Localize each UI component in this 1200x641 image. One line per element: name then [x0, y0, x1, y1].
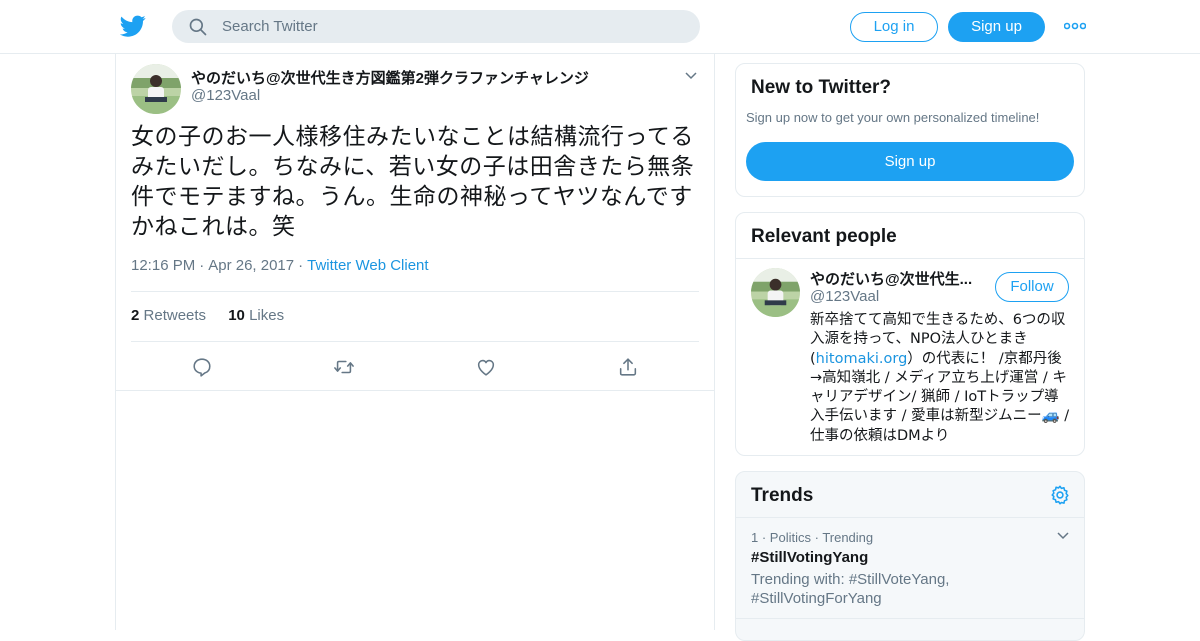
retweets-stat[interactable]: 2 Retweets	[131, 307, 206, 324]
chevron-down-icon[interactable]	[684, 69, 698, 83]
divider	[736, 618, 1084, 619]
retweets-count: 2	[131, 307, 140, 324]
avatar[interactable]	[751, 268, 800, 317]
bio-link[interactable]: hitomaki.org	[816, 351, 908, 367]
signup-button[interactable]: Sign up	[948, 12, 1045, 42]
author-name[interactable]: やのだいち@次世代生き方図鑑第2弾クラファンチャレンジ	[191, 67, 589, 88]
share-icon[interactable]	[617, 356, 639, 378]
trend-category: Politics	[769, 530, 811, 545]
trend-hashtag[interactable]: #StillVotingYang	[751, 549, 868, 566]
search-icon	[189, 18, 207, 36]
tweet-client-link[interactable]: Twitter Web Client	[307, 257, 428, 274]
retweets-label: Retweets	[143, 307, 207, 324]
tweet-detail: やのだいち@次世代生き方図鑑第2弾クラファンチャレンジ @123Vaal 女の子…	[116, 54, 714, 391]
chevron-down-icon[interactable]	[1056, 529, 1070, 543]
tweet-time[interactable]: 12:16 PM	[131, 257, 195, 274]
tweet-text: 女の子のお一人様移住みたいなことは結構流行ってるみたいだし。ちなみに、若い女の子…	[131, 124, 695, 240]
new-to-twitter-card: New to Twitter? Sign up now to get your …	[735, 63, 1085, 197]
relevant-people-card: Relevant people やのだいち@次世代生... @123Vaal F…	[735, 212, 1085, 456]
divider	[131, 291, 699, 292]
main-column: やのだいち@次世代生き方図鑑第2弾クラファンチャレンジ @123Vaal 女の子…	[115, 54, 715, 630]
person-handle[interactable]: @123Vaal	[810, 288, 879, 305]
reply-icon[interactable]	[191, 356, 213, 378]
new-to-twitter-subtext: Sign up now to get your own personalized…	[746, 110, 1040, 125]
likes-count: 10	[228, 307, 245, 324]
twitter-bird-icon[interactable]	[120, 13, 146, 39]
person-bio: 新卒捨てて高知で生きるため、6つの収入源を持って、NPO法人ひとまき(hitom…	[810, 311, 1072, 446]
tweet-date[interactable]: Apr 26, 2017	[208, 257, 294, 274]
avatar[interactable]	[131, 64, 181, 114]
search-box[interactable]	[172, 10, 700, 43]
divider	[736, 517, 1084, 518]
follow-button[interactable]: Follow	[995, 272, 1069, 302]
divider	[736, 258, 1084, 259]
likes-label: Likes	[249, 307, 285, 324]
trend-rank: 1	[751, 530, 759, 545]
new-to-twitter-heading: New to Twitter?	[751, 77, 892, 98]
trend-related: Trending with: #StillVoteYang, #StillVot…	[751, 571, 950, 607]
tweet-stats: 2 Retweets 10 Likes	[131, 307, 302, 324]
trends-card: Trends 1 · Politics · Trending #StillVot…	[735, 471, 1085, 641]
gear-icon[interactable]	[1049, 484, 1071, 506]
like-icon[interactable]	[475, 356, 497, 378]
trends-heading: Trends	[751, 485, 814, 506]
more-icon[interactable]	[1064, 20, 1086, 32]
author-handle[interactable]: @123Vaal	[191, 87, 260, 104]
divider	[131, 341, 699, 342]
relevant-people-heading: Relevant people	[751, 226, 897, 247]
sidebar-signup-button[interactable]: Sign up	[746, 142, 1074, 181]
likes-stat[interactable]: 10 Likes	[228, 307, 284, 324]
tweet-timestamp: 12:16 PM · Apr 26, 2017 · Twitter Web Client	[131, 257, 429, 274]
search-input[interactable]	[222, 10, 682, 43]
top-navigation-bar: Log in Sign up	[0, 0, 1200, 54]
person-name[interactable]: やのだいち@次世代生...	[810, 268, 978, 289]
login-button[interactable]: Log in	[850, 12, 938, 42]
trend-meta: 1 · Politics · Trending	[751, 530, 874, 545]
trend-status: Trending	[822, 530, 874, 545]
retweet-icon[interactable]	[333, 356, 355, 378]
